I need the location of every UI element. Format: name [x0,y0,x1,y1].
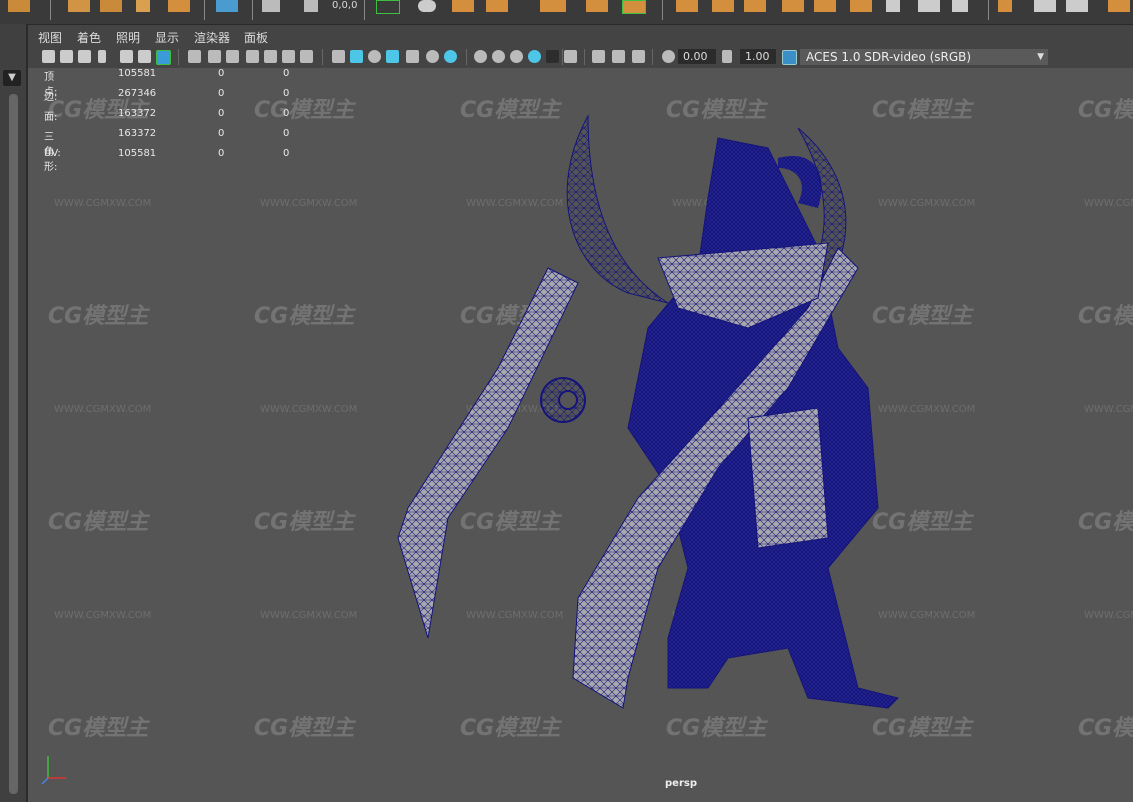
left-blade-mesh [566,114,669,304]
color-management-icon[interactable] [782,50,797,65]
shelf-bar: 0,0,0 [0,0,1133,25]
shelf-tool-icon[interactable] [376,0,400,14]
menu-shading[interactable]: 着色 [77,29,101,46]
xray-active-icon[interactable] [612,50,625,63]
viewport-persp[interactable]: CG模型主 WWW.CGMXW.COM CG模型主 WWW.CGMXW.COM CG模型… [28,68,1133,802]
gamma-field[interactable]: 1.00 [740,49,776,64]
exposure-icon[interactable] [662,50,675,63]
shelf-divider [204,0,205,20]
shelf-tool-icon[interactable] [418,0,436,12]
safe-action-icon[interactable] [282,50,295,63]
shelf-divider [50,0,51,20]
shelf-tool-icon[interactable] [850,0,872,12]
toolbar-divider [562,49,563,65]
shelf-divider [252,0,253,20]
shelf-tool-icon[interactable] [886,0,900,12]
menu-lighting[interactable]: 照明 [116,29,140,46]
view-transform-dropdown[interactable]: ACES 1.0 SDR-video (sRGB) ▼ [800,49,1048,65]
motion-blur-icon[interactable] [492,50,505,63]
default-material-icon[interactable] [368,50,381,63]
menu-panels[interactable]: 面板 [244,29,268,46]
use-all-lights-icon[interactable] [426,50,439,63]
shelf-divider [662,0,663,20]
toolbar-divider [652,49,653,65]
2d-pan-icon[interactable] [138,50,151,63]
dropdown-arrow-icon[interactable]: ▼ [3,70,21,86]
shelf-tool-icon[interactable] [952,0,968,12]
bookmark-icon[interactable] [98,50,106,63]
shelf-tool-icon[interactable] [452,0,474,12]
shelf-tool-icon[interactable] [100,0,122,12]
camera-icon[interactable] [42,50,55,63]
shelf-tool-icon[interactable] [540,0,566,12]
shelf-tool-icon[interactable] [1108,0,1130,12]
image-plane-icon[interactable] [120,50,133,63]
shelf-tool-icon[interactable] [782,0,804,12]
film-gate-icon[interactable] [208,50,221,63]
shelf-tool-icon[interactable] [586,0,608,12]
shelf-tool-icon[interactable] [676,0,698,12]
axis-gizmo [41,756,66,785]
xray-icon[interactable] [564,50,577,63]
shelf-tool-icon[interactable] [168,0,190,12]
panel-menu-bar: 视图 着色 照明 显示 渲染器 面板 [28,26,1133,46]
toolbar-divider [178,49,179,65]
shelf-tool-icon[interactable] [136,0,150,12]
shelf-tool-icon[interactable] [814,0,836,12]
shelf-tool-icon[interactable] [744,0,766,12]
shelf-tool-icon[interactable] [712,0,734,12]
isolate-select-icon[interactable] [546,50,559,63]
screen-space-ao-icon[interactable] [474,50,487,63]
wireframe-model[interactable] [28,68,1133,802]
view-transform-label: ACES 1.0 SDR-video (sRGB) [806,50,972,64]
shelf-tool-icon[interactable] [1034,0,1056,12]
shelf-tool-icon[interactable] [68,0,90,12]
shelf-tool-icon[interactable] [8,0,30,12]
grid-icon[interactable] [188,50,201,63]
smooth-shade-icon[interactable] [350,50,363,63]
shelf-tool-icon[interactable] [998,0,1012,12]
toolbar-divider [584,49,585,65]
shelf-readout: 0,0,0 [332,0,358,11]
toolbar-divider [466,49,467,65]
camera-name-label: persp [665,778,697,789]
shelf-tool-icon[interactable] [262,0,280,12]
chevron-down-icon: ▼ [1037,52,1044,62]
camera-display-icon[interactable] [632,50,645,63]
menu-view[interactable]: 视图 [38,29,62,46]
shelf-divider [988,0,989,20]
vertical-scrollbar[interactable] [9,94,18,794]
menu-renderer[interactable]: 渲染器 [194,29,230,46]
menu-show[interactable]: 显示 [155,29,179,46]
multisample-aa-icon[interactable] [510,50,523,63]
depth-of-field-icon[interactable] [528,50,541,63]
xray-joints-icon[interactable] [592,50,605,63]
field-chart-icon[interactable] [264,50,277,63]
wireframe-icon[interactable] [332,50,345,63]
panel-toolbar: 0.00 1.00 ACES 1.0 SDR-video (sRGB) ▼ [28,46,1133,68]
gate-mask-icon[interactable] [246,50,259,63]
lock-camera-icon[interactable] [60,50,73,63]
shelf-tool-icon[interactable] [304,0,318,12]
shelf-tool-icon[interactable] [216,0,238,12]
gamma-icon[interactable] [722,50,732,63]
toolbar-divider [322,49,323,65]
shelf-tool-icon[interactable] [622,0,646,14]
left-side-panel: ▼ [0,24,28,802]
textured-icon[interactable] [406,50,419,63]
resolution-gate-icon[interactable] [226,50,239,63]
wireframe-on-shaded-icon[interactable] [386,50,399,63]
shelf-tool-icon[interactable] [486,0,508,12]
shelf-divider [364,0,365,20]
camera-attributes-icon[interactable] [78,50,91,63]
shadows-icon[interactable] [444,50,457,63]
safe-title-icon[interactable] [300,50,313,63]
grease-pencil-icon[interactable] [156,50,171,65]
shelf-tool-icon[interactable] [1066,0,1088,12]
shelf-tool-icon[interactable] [918,0,940,12]
exposure-field[interactable]: 0.00 [678,49,716,64]
